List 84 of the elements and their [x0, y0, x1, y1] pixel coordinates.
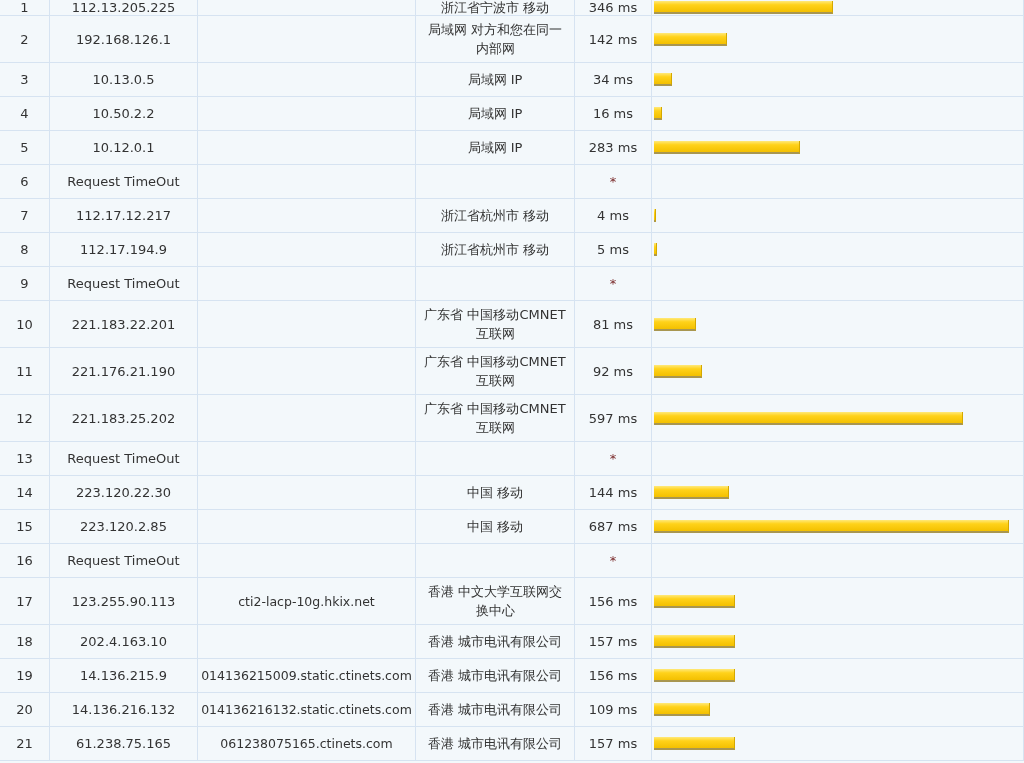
ip-address: 221.183.22.201	[71, 315, 176, 334]
location: 中国 移动	[466, 518, 524, 536]
hop-number: 16	[16, 552, 33, 570]
response-time: 157 ms	[588, 735, 638, 753]
ip-address: 61.238.75.165	[75, 735, 172, 753]
hop-number: 3	[20, 71, 29, 89]
ip-address: Request TimeOut	[67, 552, 180, 570]
hostname: 061238075165.ctinets.com	[220, 735, 393, 753]
ip-address: 223.120.2.85	[80, 518, 167, 536]
location: 浙江省宁波市 移动	[440, 0, 550, 15]
hostname: 014136215009.static.ctinets.com	[201, 667, 412, 685]
hop-number: 9	[20, 275, 29, 293]
location: 香港 城市电讯有限公司	[427, 701, 563, 719]
hop-number: 7	[20, 207, 29, 225]
location: 香港 中文大学互联网交换中心	[426, 583, 564, 620]
location: 局域网 IP	[467, 105, 523, 123]
ip-address: 202.4.163.10	[80, 633, 167, 651]
hop-number: 11	[16, 362, 33, 381]
hop-number: 13	[16, 450, 33, 468]
hop-number: 8	[20, 241, 29, 259]
response-time: 142 ms	[588, 30, 638, 49]
ip-address: 221.183.25.202	[71, 409, 176, 428]
hostname: cti2-lacp-10g.hkix.net	[238, 592, 375, 611]
response-time: 34 ms	[592, 71, 634, 89]
location: 广东省 中国移动CMNET互联网	[423, 353, 567, 390]
response-time: 597 ms	[588, 409, 638, 428]
ip-address: 112.17.194.9	[80, 241, 167, 259]
location: 浙江省杭州市 移动	[440, 207, 550, 225]
location: 浙江省杭州市 移动	[440, 241, 550, 259]
hostname: 014136216132.static.ctinets.com	[201, 701, 412, 719]
hop-number: 12	[16, 409, 33, 428]
hop-number: 18	[16, 633, 33, 651]
location: 香港 城市电讯有限公司	[427, 735, 563, 753]
location: 广东省 中国移动CMNET互联网	[423, 400, 567, 437]
response-time: 16 ms	[592, 105, 634, 123]
ip-address: 123.255.90.113	[71, 592, 176, 611]
hop-number: 19	[16, 667, 33, 685]
response-time: 346 ms	[588, 0, 638, 15]
response-time: *	[609, 275, 617, 293]
hop-number: 2	[20, 30, 29, 49]
response-time: 156 ms	[588, 667, 638, 685]
ip-address: 10.12.0.1	[92, 139, 155, 157]
hop-number: 5	[20, 139, 29, 157]
hop-number: 4	[20, 105, 29, 123]
response-time: 144 ms	[588, 484, 638, 502]
ip-address: 10.13.0.5	[92, 71, 155, 89]
hop-number: 1	[20, 0, 29, 15]
response-time: *	[609, 552, 617, 570]
location: 香港 城市电讯有限公司	[427, 633, 563, 651]
response-time: 687 ms	[588, 518, 638, 536]
hop-number: 10	[16, 315, 33, 334]
location: 局域网 IP	[467, 139, 523, 157]
hop-number: 14	[16, 484, 33, 502]
ip-address: 14.136.215.9	[80, 667, 167, 685]
ip-address: Request TimeOut	[67, 173, 180, 191]
hop-number: 17	[16, 592, 33, 611]
response-time: 156 ms	[588, 592, 638, 611]
ip-address: Request TimeOut	[67, 275, 180, 293]
response-time: 81 ms	[592, 315, 634, 334]
response-time: 92 ms	[592, 362, 634, 381]
hop-number: 6	[20, 173, 29, 191]
response-time: 157 ms	[588, 633, 638, 651]
location: 中国 移动	[466, 484, 524, 502]
response-time: *	[609, 450, 617, 468]
ip-address: 223.120.22.30	[75, 484, 172, 502]
response-time: *	[609, 173, 617, 191]
ip-address: 221.176.21.190	[71, 362, 176, 381]
ip-address: 112.17.12.217	[75, 207, 172, 225]
hop-number: 20	[16, 701, 33, 719]
response-time: 283 ms	[588, 139, 638, 157]
hop-number: 21	[16, 735, 33, 753]
response-time: 5 ms	[597, 241, 629, 259]
location: 香港 城市电讯有限公司	[427, 667, 563, 685]
ip-address: 192.168.126.1	[75, 30, 172, 49]
response-time: 4 ms	[597, 207, 629, 225]
location: 局域网 对方和您在同一内部网	[426, 21, 564, 58]
ip-address: Request TimeOut	[67, 450, 180, 468]
hop-number: 15	[16, 518, 33, 536]
location: 广东省 中国移动CMNET互联网	[423, 306, 567, 343]
response-time: 109 ms	[588, 701, 638, 719]
location: 局域网 IP	[467, 71, 523, 89]
ip-address: 112.13.205.225	[71, 0, 176, 15]
ip-address: 10.50.2.2	[92, 105, 155, 123]
ip-address: 14.136.216.132	[71, 701, 176, 719]
